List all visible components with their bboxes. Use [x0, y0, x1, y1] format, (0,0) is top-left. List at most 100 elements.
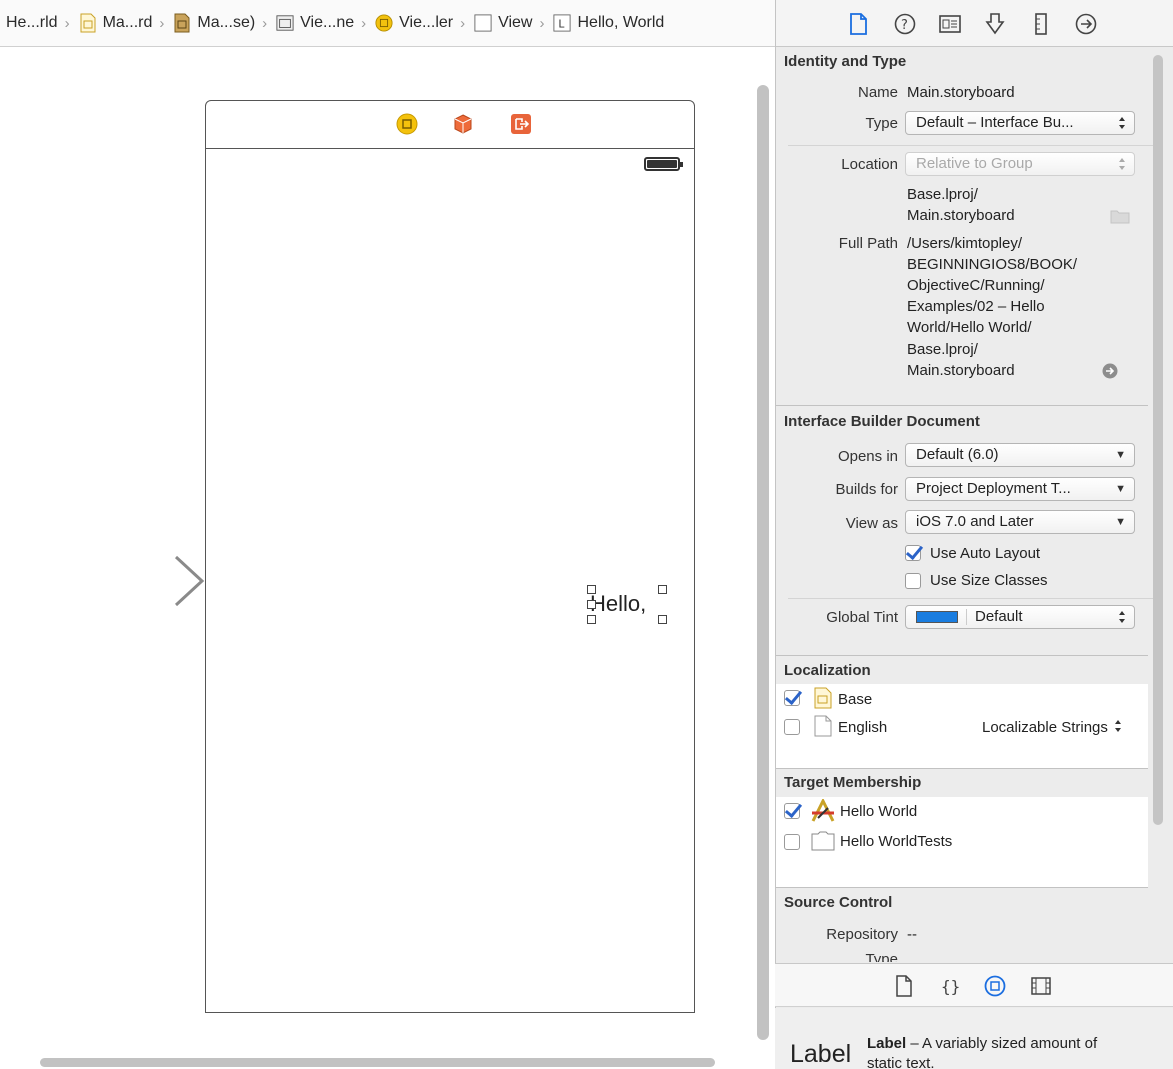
object-library-icon[interactable] — [984, 975, 1006, 997]
library-item-summary-continued: static text. — [867, 1055, 935, 1069]
localization-base-label: Base — [838, 691, 873, 708]
chevron-right-icon: › — [262, 14, 268, 32]
view-controller-scene[interactable] — [205, 100, 695, 1013]
first-responder-icon[interactable] — [452, 113, 474, 135]
use-auto-layout-label: Use Auto Layout — [930, 545, 1041, 562]
file-inspector-icon[interactable] — [846, 12, 870, 36]
builds-for-popup[interactable]: Project Deployment T... ▼ — [905, 477, 1135, 501]
localization-heading: Localization — [784, 662, 871, 679]
label-preview: Label — [790, 1040, 852, 1068]
view-as-label: View as — [845, 515, 898, 532]
identity-inspector-icon[interactable] — [938, 12, 962, 36]
file-template-library-icon[interactable] — [893, 975, 915, 997]
chevron-down-icon: ▼ — [1115, 516, 1126, 528]
connections-inspector-icon[interactable] — [1074, 12, 1098, 36]
global-tint-popup[interactable]: Default — [905, 605, 1135, 629]
chevron-right-icon: › — [64, 14, 70, 32]
library-item-label[interactable]: Label Label – A variably sized amount of… — [775, 1008, 1173, 1069]
jump-bar: He...rld › Ma...rd › Ma...se) › Vie...ne… — [0, 0, 775, 47]
tint-color-swatch — [916, 611, 958, 624]
jumpbar-item-label: Vie...ler — [399, 14, 454, 31]
view-as-popup[interactable]: iOS 7.0 and Later ▼ — [905, 510, 1135, 534]
location-path-line: Main.storyboard — [907, 207, 1015, 224]
type-popup[interactable]: Default – Interface Bu... — [905, 111, 1135, 135]
localization-type-value: Localizable Strings — [982, 719, 1108, 736]
resize-handle[interactable] — [587, 600, 596, 609]
location-label: Location — [841, 156, 898, 173]
entry-point-arrow-icon[interactable] — [60, 555, 210, 607]
full-path-line: BEGINNINGIOS8/BOOK/ — [907, 256, 1078, 273]
jumpbar-item-project[interactable]: He...rld — [6, 14, 58, 32]
exit-icon[interactable] — [510, 113, 532, 135]
target-hello-world-label: Hello World — [840, 803, 918, 820]
opens-in-popup[interactable]: Default (6.0) ▼ — [905, 443, 1135, 467]
canvas-horizontal-scrollbar[interactable] — [40, 1058, 715, 1067]
scene-icon — [276, 15, 294, 31]
code-snippet-library-icon[interactable]: {} — [938, 975, 960, 997]
media-library-icon[interactable] — [1030, 975, 1052, 997]
source-control-heading: Source Control — [784, 894, 893, 911]
jumpbar-item-scene[interactable]: Vie...ne — [274, 13, 354, 33]
size-inspector-icon[interactable] — [1029, 12, 1053, 36]
chevron-right-icon: › — [361, 14, 367, 32]
chevron-right-icon: › — [539, 14, 545, 32]
localization-english-checkbox[interactable] — [784, 719, 800, 735]
jumpbar-item-label: Hello, World — [577, 14, 665, 31]
view-controller-icon[interactable] — [396, 113, 418, 135]
section-separator — [776, 655, 1148, 656]
folder-icon[interactable] — [1110, 208, 1130, 224]
target-hello-world-tests-checkbox[interactable] — [784, 834, 800, 850]
jumpbar-item-storyboard[interactable]: Ma...rd — [77, 13, 153, 33]
target-membership-heading: Target Membership — [784, 774, 922, 791]
use-size-classes-label: Use Size Classes — [930, 572, 1048, 589]
jumpbar-item-label: Ma...rd — [102, 14, 153, 31]
global-tint-label: Global Tint — [826, 609, 898, 626]
full-path-line: ObjectiveC/Running/ — [907, 277, 1045, 294]
type-popup-value: Default – Interface Bu... — [916, 114, 1074, 131]
name-value: Main.storyboard — [907, 84, 1015, 101]
location-popup[interactable]: Relative to Group — [905, 152, 1135, 176]
up-down-arrows-icon — [1115, 720, 1122, 732]
type-label: Type — [865, 115, 898, 132]
repository-value: -- — [907, 926, 917, 943]
attributes-inspector-icon[interactable] — [983, 12, 1007, 36]
section-separator — [776, 887, 1148, 888]
localization-base-checkbox[interactable] — [784, 690, 800, 706]
inspector-vertical-scrollbar[interactable] — [1153, 55, 1163, 825]
target-hello-world-tests-label: Hello WorldTests — [840, 833, 953, 850]
up-down-arrows-icon — [1119, 611, 1125, 623]
jumpbar-item-view[interactable]: View — [472, 13, 532, 33]
label-icon: L — [553, 14, 572, 32]
location-popup-value: Relative to Group — [916, 155, 1033, 172]
resize-handle[interactable] — [658, 615, 667, 624]
localization-english-type-popup[interactable]: Localizable Strings — [982, 717, 1122, 738]
help-icon[interactable]: ? — [893, 12, 917, 36]
resize-handle[interactable] — [587, 585, 596, 594]
jumpbar-item-label[interactable]: L Hello, World — [551, 13, 664, 33]
jumpbar-item-storyboard-base[interactable]: Ma...se) — [171, 13, 255, 33]
reveal-in-finder-arrow-icon[interactable] — [1102, 363, 1118, 379]
canvas-vertical-scrollbar[interactable] — [757, 85, 769, 1040]
jumpbar-item-label: Ma...se) — [197, 14, 256, 31]
hello-world-label[interactable]: Hello, World — [590, 590, 694, 618]
app-target-icon — [811, 799, 835, 822]
up-down-arrows-icon — [1119, 117, 1125, 129]
full-path-line: World/Hello World/ — [907, 319, 1032, 336]
opens-in-label: Opens in — [837, 448, 898, 465]
up-down-arrows-icon — [1119, 158, 1125, 170]
use-size-classes-checkbox[interactable] — [905, 573, 921, 589]
target-hello-world-checkbox[interactable] — [784, 803, 800, 819]
builds-for-label: Builds for — [835, 481, 898, 498]
jumpbar-item-view-controller[interactable]: Vie...ler — [373, 13, 453, 33]
resize-handle[interactable] — [587, 615, 596, 624]
file-icon — [814, 715, 832, 737]
chevron-right-icon: › — [159, 14, 165, 32]
full-path-line: Main.storyboard — [907, 362, 1015, 379]
divider — [788, 145, 1160, 146]
use-auto-layout-checkbox[interactable] — [905, 545, 921, 561]
storyboard-icon — [80, 13, 96, 33]
source-type-label: Type — [865, 951, 898, 962]
resize-handle[interactable] — [658, 585, 667, 594]
identity-type-heading: Identity and Type — [784, 53, 907, 70]
scene-dock — [206, 101, 694, 149]
